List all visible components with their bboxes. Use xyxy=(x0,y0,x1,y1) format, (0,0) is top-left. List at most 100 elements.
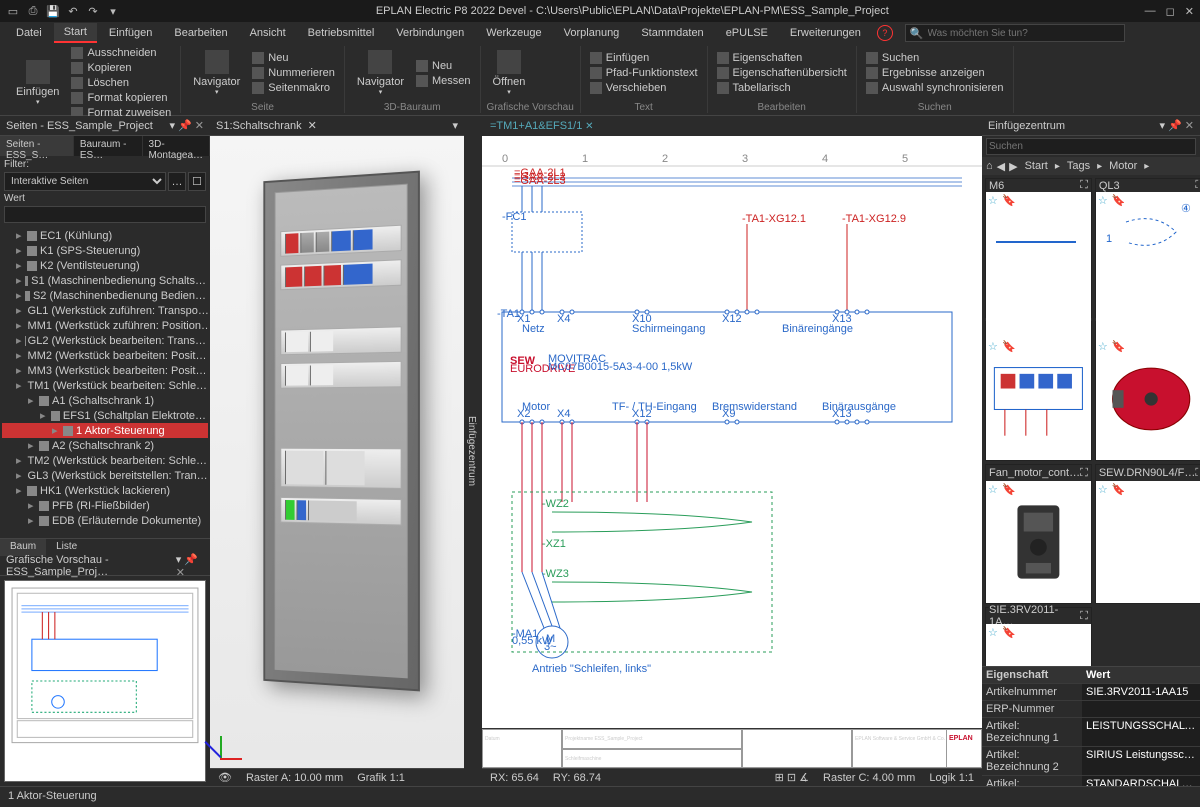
ribbon-btn-navigator[interactable]: Navigator▾ xyxy=(187,46,246,100)
subtab-seiten[interactable]: Seiten - ESS_S… xyxy=(0,136,74,156)
ribbon-btn-eigenschaften[interactable]: Eigenschaften xyxy=(714,51,850,65)
tree-node[interactable]: ▸MM1 (Werkstück zuführen: Position… xyxy=(2,318,208,333)
tab-verbindungen[interactable]: Verbindungen xyxy=(386,24,474,42)
card-expand-icon[interactable]: ⛶ xyxy=(1080,610,1088,623)
new-icon[interactable]: ▭ xyxy=(6,4,20,18)
prop-row[interactable]: ArtikelnummerSIE.3RV2011-1AA15 xyxy=(982,684,1200,701)
tab-start[interactable]: Start xyxy=(54,23,97,43)
card-expand-icon[interactable]: ⛶ xyxy=(1080,179,1088,192)
qat-more-icon[interactable]: ▾ xyxy=(106,4,120,18)
ribbon-btn-ausschneiden[interactable]: Ausschneiden xyxy=(68,46,174,60)
home-icon[interactable]: ⌂ xyxy=(986,160,993,172)
tree-node[interactable]: ▸1 Aktor-Steuerung xyxy=(2,423,208,438)
doc3d-menu-icon[interactable]: ▾ xyxy=(452,119,458,132)
ic-close-icon[interactable]: ✕ xyxy=(1185,120,1194,132)
wert-input[interactable] xyxy=(4,206,206,223)
open-icon[interactable]: ⎙ xyxy=(26,4,40,18)
insert-card[interactable]: CABDL⛶☆🔖 xyxy=(985,321,1092,461)
card-expand-icon[interactable]: ⛶ xyxy=(1195,179,1200,192)
insert-center-tab-collapsed[interactable]: Einfügezentrum xyxy=(464,116,482,786)
tab-ansicht[interactable]: Ansicht xyxy=(240,24,296,42)
tree-node[interactable]: ▸MM3 (Werkstück bearbeiten: Posit… xyxy=(2,363,208,378)
tree-node[interactable]: ▸A2 (Schaltschrank 2) xyxy=(2,438,208,453)
ribbon-btn-navigator[interactable]: Navigator▾ xyxy=(351,46,410,100)
tree-node[interactable]: ▸GL1 (Werkstück zuführen: Transpo… xyxy=(2,303,208,318)
crumb-motor[interactable]: Motor xyxy=(1106,160,1140,172)
minimize-icon[interactable]: — xyxy=(1145,5,1156,18)
close-icon[interactable]: ✕ xyxy=(1185,5,1194,18)
crumb-start[interactable]: Start xyxy=(1022,160,1051,172)
filter-toggle-button[interactable]: ☐ xyxy=(188,172,206,191)
tab-datei[interactable]: Datei xyxy=(6,24,52,42)
ribbon-btn-verschieben[interactable]: Verschieben xyxy=(587,81,701,95)
ribbon-btn-öffnen[interactable]: Öffnen▾ xyxy=(487,46,532,100)
tree-node[interactable]: ▸K1 (SPS-Steuerung) xyxy=(2,243,208,258)
close-panel-icon[interactable]: ✕ xyxy=(195,120,204,132)
filter-more-button[interactable]: … xyxy=(168,172,186,191)
ribbon-btn-ergebnisse-anzeigen[interactable]: Ergebnisse anzeigen xyxy=(863,66,1007,80)
subtab-3dmontage[interactable]: 3D-Montagea… xyxy=(143,136,210,156)
tree-node[interactable]: ▸TM1 (Werkstück bearbeiten: Schle… xyxy=(2,378,208,393)
schematic-viewport[interactable]: 012345 =GAA-2L1=GAA-2L2=GAA-2L3 -FC1 -TA… xyxy=(482,136,982,768)
preview-close-icon[interactable]: ✕ xyxy=(176,567,185,579)
tree-node[interactable]: ▸S1 (Maschinenbedienung Schalts… xyxy=(2,273,208,288)
ribbon-btn-tabellarisch[interactable]: Tabellarisch xyxy=(714,81,850,95)
tab-erweiterungen[interactable]: Erweiterungen xyxy=(780,24,871,42)
tell-me-input[interactable] xyxy=(928,28,1108,39)
viewport-3d[interactable] xyxy=(210,136,464,768)
card-expand-icon[interactable]: ⛶ xyxy=(1195,467,1200,480)
subtab-bauraum[interactable]: Bauraum - ES… xyxy=(74,136,143,156)
cabinet-model[interactable] xyxy=(263,171,420,692)
tree-node[interactable]: ▸S2 (Maschinenbedienung Bedien… xyxy=(2,288,208,303)
preview-pin-icon[interactable]: ▾ 📌 xyxy=(176,554,198,566)
tab-werkzeuge[interactable]: Werkzeuge xyxy=(476,24,551,42)
preview-viewport[interactable] xyxy=(4,580,206,782)
ribbon-btn-eigenschaftenübersicht[interactable]: Eigenschaftenübersicht xyxy=(714,66,850,80)
ribbon-btn-format-kopieren[interactable]: Format kopieren xyxy=(68,91,174,105)
doc3d-close-icon[interactable]: ✕ xyxy=(308,119,317,132)
ribbon-btn-neu[interactable]: Neu xyxy=(413,59,474,73)
tab-betriebsmittel[interactable]: Betriebsmittel xyxy=(298,24,385,42)
pages-tree[interactable]: ▸EC1 (Kühlung)▸K1 (SPS-Steuerung)▸K2 (Ve… xyxy=(0,226,210,538)
tree-node[interactable]: ▸EDB (Erläuternde Dokumente) xyxy=(2,513,208,528)
filter-select[interactable]: Interaktive Seiten xyxy=(4,172,166,191)
tree-node[interactable]: ▸HK1 (Werkstück lackieren) xyxy=(2,483,208,498)
redo-icon[interactable]: ↷ xyxy=(86,4,100,18)
pin-icon[interactable]: ▾ 📌 xyxy=(169,120,191,132)
crumb-tags[interactable]: Tags xyxy=(1064,160,1093,172)
insert-card[interactable]: SEW.DRN90L4/F…⛶☆🔖 xyxy=(1095,464,1200,604)
insert-center-search[interactable] xyxy=(986,138,1196,155)
tree-node[interactable]: ▸PFB (RI-Fließbilder) xyxy=(2,498,208,513)
prop-row[interactable]: Artikel: Bezeichnung 2SIRIUS Leistungssc… xyxy=(982,747,1200,776)
fwd-icon[interactable]: ▶ xyxy=(1009,160,1017,173)
doc3d-tab[interactable]: S1:Schaltschrank ✕ ▾ xyxy=(210,116,464,136)
back-icon[interactable]: ◀ xyxy=(997,160,1005,173)
insert-card[interactable]: SIE.3RV2011-1A…⛶☆🔖 xyxy=(985,607,1092,666)
tree-node[interactable]: ▸MM2 (Werkstück bearbeiten: Posit… xyxy=(2,348,208,363)
ribbon-btn-einfügen[interactable]: Einfügen xyxy=(587,51,701,65)
schematic-tab[interactable]: =TM1+A1&EFS1/1 ✕ xyxy=(482,118,602,134)
maximize-icon[interactable]: ◻ xyxy=(1166,5,1175,18)
insert-card[interactable]: QL3⛶☆🔖1④ xyxy=(1095,178,1200,318)
ribbon-btn-neu[interactable]: Neu xyxy=(249,51,338,65)
tree-node[interactable]: ▸K2 (Ventilsteuerung) xyxy=(2,258,208,273)
tell-me-search[interactable]: 🔍 xyxy=(905,24,1125,42)
ribbon-btn-nummerieren[interactable]: Nummerieren xyxy=(249,66,338,80)
tab-stammdaten[interactable]: Stammdaten xyxy=(631,24,713,42)
ribbon-btn-suchen[interactable]: Suchen xyxy=(863,51,1007,65)
ribbon-btn-messen[interactable]: Messen xyxy=(413,74,474,88)
tab-einfuegen[interactable]: Einfügen xyxy=(99,24,162,42)
save-icon[interactable]: 💾 xyxy=(46,4,60,18)
tree-node[interactable]: ▸GL2 (Werkstück bearbeiten: Trans… xyxy=(2,333,208,348)
help-icon[interactable]: ? xyxy=(877,25,893,41)
ribbon-btn-seitenmakro[interactable]: Seitenmakro xyxy=(249,81,338,95)
undo-icon[interactable]: ↶ xyxy=(66,4,80,18)
tree-node[interactable]: ▸TM2 (Werkstück bearbeiten: Schle… xyxy=(2,453,208,468)
tab-epulse[interactable]: ePULSE xyxy=(716,24,778,42)
insert-card[interactable]: Fan_motor_cont…⛶☆🔖 xyxy=(985,464,1092,604)
ribbon-btn-löschen[interactable]: Löschen xyxy=(68,76,174,90)
insert-card[interactable]: M6⛶☆🔖 xyxy=(985,178,1092,318)
prop-row[interactable]: Artikel: Bezeichnung 3STANDARDSCHALTVER… xyxy=(982,776,1200,786)
insert-card[interactable]: SH⛶☆🔖 xyxy=(1095,321,1200,461)
tree-node[interactable]: ▸GL3 (Werkstück bereitstellen: Tran… xyxy=(2,468,208,483)
